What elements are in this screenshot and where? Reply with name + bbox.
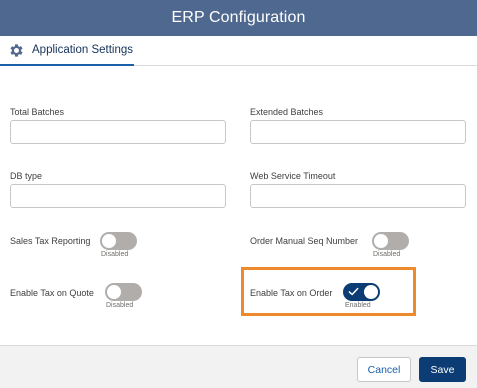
tab-label: Application Settings xyxy=(32,44,134,56)
modal-title: ERP Configuration xyxy=(171,9,306,26)
extended-batches-input[interactable] xyxy=(250,120,466,144)
enable-tax-on-quote-toggle[interactable] xyxy=(105,283,142,301)
toggle-knob xyxy=(374,234,388,248)
sales-tax-reporting-state: Disabled xyxy=(101,251,129,258)
enable-tax-on-quote-label: Enable Tax on Quote xyxy=(10,288,94,298)
toggle-knob xyxy=(102,234,116,248)
order-manual-seq-number-label: Order Manual Seq Number xyxy=(250,236,359,246)
order-manual-seq-number-toggle[interactable] xyxy=(372,232,409,250)
sales-tax-reporting-label: Sales Tax Reporting xyxy=(10,236,91,246)
tab-bar: Application Settings xyxy=(0,36,477,66)
enable-tax-on-quote-state: Disabled xyxy=(106,302,134,309)
db-type-label: DB type xyxy=(10,171,43,181)
total-batches-label: Total Batches xyxy=(10,107,65,117)
enable-tax-on-order-label: Enable Tax on Order xyxy=(250,288,333,298)
erp-configuration-modal: ERP Configuration Application Settings T… xyxy=(0,0,477,388)
cancel-button[interactable]: Cancel xyxy=(357,357,411,382)
sales-tax-reporting-toggle[interactable] xyxy=(100,232,137,250)
toggle-knob xyxy=(107,285,121,299)
enable-tax-on-order-state: Enabled xyxy=(345,302,371,309)
total-batches-input[interactable] xyxy=(10,120,226,144)
enable-tax-on-order-toggle[interactable] xyxy=(343,283,380,301)
web-service-timeout-input[interactable] xyxy=(250,184,466,208)
gear-icon xyxy=(8,42,25,59)
modal-footer: Cancel Save xyxy=(0,345,477,388)
toggle-knob xyxy=(364,285,378,299)
web-service-timeout-label: Web Service Timeout xyxy=(250,171,336,181)
save-button[interactable]: Save xyxy=(419,357,466,382)
modal-header: ERP Configuration xyxy=(0,0,477,36)
order-manual-seq-number-state: Disabled xyxy=(373,251,401,258)
extended-batches-label: Extended Batches xyxy=(250,107,324,117)
db-type-input[interactable] xyxy=(10,184,226,208)
check-icon xyxy=(348,287,359,296)
tab-application-settings[interactable]: Application Settings xyxy=(0,36,134,66)
